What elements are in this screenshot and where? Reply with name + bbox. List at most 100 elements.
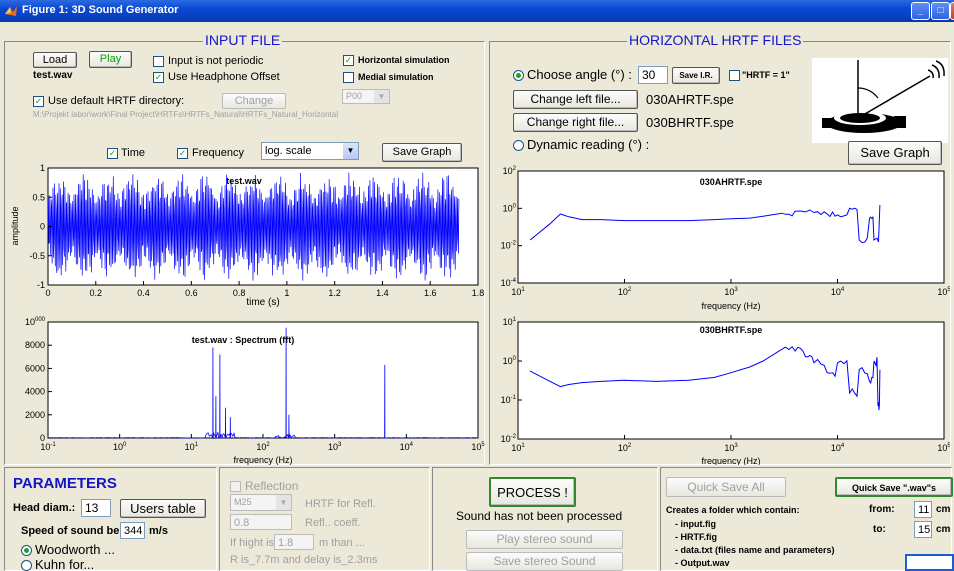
head-diam-label: Head diam.: — [13, 502, 76, 514]
frequency-checkbox[interactable]: ✓ — [177, 148, 188, 159]
medial-sim-checkbox[interactable] — [343, 72, 354, 83]
load-button[interactable]: Load — [33, 52, 77, 68]
x-tick-label: 104 — [831, 287, 845, 297]
horizontal-hrtf-title: HORIZONTAL HRTF FILES — [627, 32, 804, 48]
y-tick-label: 4000 — [25, 387, 45, 397]
x-tick-label: 10-1 — [40, 442, 56, 452]
parameters-title: PARAMETERS — [13, 475, 117, 492]
x-tick-label: 101 — [511, 287, 525, 297]
material-select[interactable]: M25 ▼ — [230, 494, 292, 511]
spectrum-chart: 10-1 100 101 102 103 104 105 10000 8000 6000 4000 2… — [25, 317, 485, 465]
hrtf-equals-one-label: "HRTF = 1" — [742, 70, 790, 80]
from-unit: cm — [936, 504, 951, 515]
hrtf-right-title: 030BHRTF.spe — [700, 325, 763, 335]
from-input[interactable]: 11 — [914, 501, 932, 518]
hrtf-right-chart: 101 102 103 104 10510110010-110-2 030BHRTF.s… — [501, 317, 950, 465]
material-select-value: M25 — [234, 497, 252, 507]
y-tick-label: 0 — [40, 433, 45, 443]
kuhn-radio[interactable] — [21, 560, 32, 571]
maximize-button[interactable]: □ — [931, 2, 950, 20]
y-tick-label: 102 — [503, 166, 517, 176]
save-graph-hrtf-button[interactable]: Save Graph — [848, 141, 942, 165]
change-dir-button[interactable]: Change — [222, 93, 286, 109]
change-left-file-button[interactable]: Change left file... — [513, 90, 638, 109]
headphone-offset-checkbox[interactable]: ✓ — [153, 72, 164, 83]
y-tick-label: 0.5 — [32, 192, 45, 202]
horizontal-sim-checkbox[interactable]: ✓ — [343, 55, 354, 66]
to-input[interactable]: 15 — [914, 521, 932, 538]
y-tick-label: 0 — [40, 222, 45, 232]
than-label: m than ... — [319, 537, 365, 549]
folder-title: Creates a folder which contain: — [666, 505, 800, 515]
input-file-title: INPUT FILE — [203, 32, 283, 48]
scale-select[interactable]: log. scale ▼ — [261, 142, 359, 160]
change-right-file-button[interactable]: Change right file... — [513, 113, 638, 132]
minimize-button[interactable]: _ — [911, 2, 930, 20]
head-angle-illustration — [812, 58, 948, 143]
x-tick-label: 1.8 — [472, 288, 485, 298]
hrtf-left-chart: 101 102 103 104 10510210010-210-4 030AHRTF.s… — [501, 166, 950, 311]
choose-angle-radio[interactable] — [513, 70, 524, 81]
dir-select[interactable]: P00 ▼ — [342, 89, 390, 104]
x-tick-label: 103 — [328, 442, 342, 452]
matlab-icon — [5, 6, 17, 16]
play-button[interactable]: Play — [89, 51, 132, 68]
help-button[interactable] — [905, 554, 954, 571]
save-stereo-button[interactable]: Save stereo Sound — [466, 552, 623, 571]
spectrum-xlabel: frequency (Hz) — [233, 455, 292, 465]
speed-unit: m/s — [149, 525, 168, 537]
save-ir-button[interactable]: Save I.R. — [672, 67, 720, 84]
x-tick-label: 1.6 — [424, 288, 437, 298]
close-button[interactable] — [950, 2, 954, 20]
y-tick-label: 10-1 — [501, 395, 517, 405]
y-tick-label: 6000 — [25, 363, 45, 373]
default-hrtf-checkbox[interactable]: ✓ — [33, 96, 44, 107]
x-tick-label: 1.4 — [376, 288, 389, 298]
title-bar: Figure 1: 3D Sound Generator _ □ — [0, 0, 954, 22]
time-checkbox[interactable]: ✓ — [107, 148, 118, 159]
hrtf-left-xlabel: frequency (Hz) — [701, 301, 760, 311]
from-label: from: — [869, 504, 895, 515]
window-title: Figure 1: 3D Sound Generator — [22, 4, 179, 16]
reflection-label: Reflection — [245, 479, 299, 493]
process-button[interactable]: PROCESS ! — [489, 477, 576, 507]
height-label: If hight is — [230, 537, 275, 549]
x-tick-label: 105 — [937, 287, 950, 297]
x-tick-label: 0 — [45, 288, 50, 298]
quick-save-all-button[interactable]: Quick Save All — [666, 477, 786, 497]
x-tick-label: 0.6 — [185, 288, 198, 298]
reflection-checkbox[interactable] — [230, 481, 241, 492]
refl-coeff-input[interactable]: 0.8 — [230, 514, 292, 530]
x-tick-label: 1.2 — [328, 288, 341, 298]
x-tick-label: 104 — [831, 443, 845, 453]
users-table-button[interactable]: Users table — [120, 499, 206, 518]
left-file-name: 030AHRTF.spe — [646, 92, 734, 107]
not-periodic-label: Input is not periodic — [168, 55, 264, 67]
head-diam-input[interactable]: 13 — [81, 499, 111, 517]
y-tick-label: 8000 — [25, 340, 45, 350]
hrtf-left-title: 030AHRTF.spe — [700, 177, 763, 187]
x-tick-label: 102 — [256, 442, 270, 452]
dynamic-reading-radio[interactable] — [513, 140, 524, 151]
woodworth-radio[interactable] — [21, 545, 32, 556]
hrtf-equals-one-checkbox[interactable] — [729, 70, 740, 81]
hrtf-right-xlabel: frequency (Hz) — [701, 456, 760, 465]
angle-input[interactable]: 30 — [638, 66, 668, 84]
reflection-result: R is_7.7m and delay is_2.3ms — [230, 554, 378, 566]
play-stereo-button[interactable]: Play stereo sound — [466, 530, 623, 549]
x-tick-label: 102 — [618, 443, 632, 453]
hrtf-left-plot-area — [517, 170, 945, 284]
waveform-title: test.wav — [226, 176, 262, 186]
y-tick-label: -0.5 — [29, 251, 45, 261]
not-periodic-checkbox[interactable] — [153, 56, 164, 67]
quick-save-wavs-button[interactable]: Quick Save ".wav"s — [835, 477, 953, 497]
x-tick-label: 103 — [724, 443, 738, 453]
folder-item: - data.txt (files name and parameters) — [675, 545, 835, 555]
chevron-down-icon: ▼ — [343, 143, 358, 159]
headphone-offset-label: Use Headphone Offset — [168, 71, 280, 83]
kuhn-label: Kuhn for... — [35, 557, 95, 571]
y-tick-label: -1 — [37, 280, 45, 290]
height-input[interactable]: 1.8 — [274, 534, 314, 550]
speed-input[interactable]: 344 — [120, 522, 145, 539]
dynamic-reading-label: Dynamic reading (°) : — [527, 137, 650, 152]
